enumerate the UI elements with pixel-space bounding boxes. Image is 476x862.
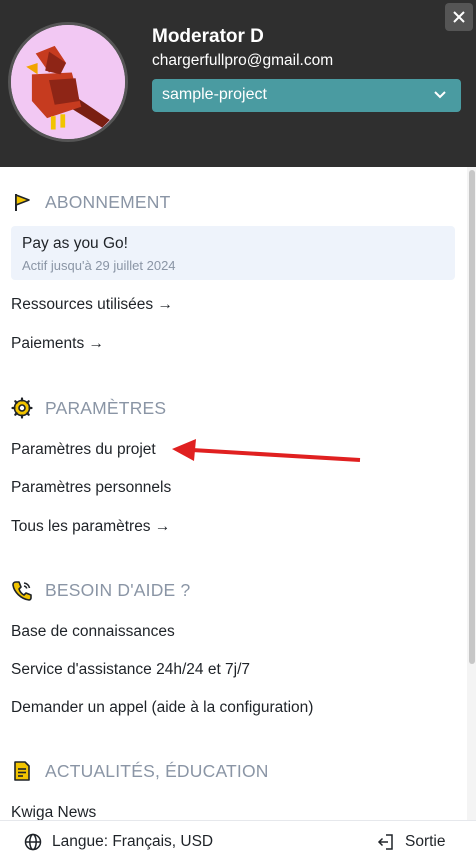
section-help-header: BESOIN D'AIDE ? xyxy=(11,578,190,602)
logout-icon xyxy=(377,834,393,850)
link-kwiga-news[interactable]: Kwiga News xyxy=(11,804,96,820)
language-button[interactable]: Langue: Français, USD xyxy=(24,833,213,851)
link-payments[interactable]: Paiements → xyxy=(11,335,104,353)
link-support-service[interactable]: Service d'assistance 24h/24 et 7j/7 xyxy=(11,661,250,679)
section-subscription-header: ABONNEMENT xyxy=(11,190,170,214)
scrollbar-thumb[interactable] xyxy=(469,170,475,664)
close-icon xyxy=(453,11,465,23)
section-settings-title: PARAMÈTRES xyxy=(45,397,167,418)
logout-button[interactable]: Sortie xyxy=(377,833,446,851)
cardinal-avatar-icon xyxy=(11,25,125,139)
user-name: Moderator D xyxy=(152,26,264,47)
link-knowledge-base[interactable]: Base de connaissances xyxy=(11,623,175,641)
project-select[interactable]: sample-project xyxy=(152,79,461,112)
link-personal-settings[interactable]: Paramètres personnels xyxy=(11,479,171,497)
section-news-header: ACTUALITÉS, ÉDUCATION xyxy=(11,759,269,783)
logout-label: Sortie xyxy=(405,833,446,850)
gear-icon xyxy=(11,397,33,419)
flag-icon xyxy=(15,194,30,211)
phone-icon xyxy=(12,581,32,601)
avatar xyxy=(8,22,128,142)
chevron-down-icon xyxy=(434,91,446,99)
close-button[interactable] xyxy=(445,3,473,31)
plan-card: Pay as you Go! Actif jusqu'à 29 juillet … xyxy=(11,226,455,280)
section-help-title: BESOIN D'AIDE ? xyxy=(45,579,191,600)
globe-icon xyxy=(24,833,42,851)
section-settings-header: PARAMÈTRES xyxy=(11,396,166,420)
user-header: Moderator D chargerfullpro@gmail.com sam… xyxy=(0,0,476,167)
user-email: chargerfullpro@gmail.com xyxy=(152,52,334,69)
plan-validity: Actif jusqu'à 29 juillet 2024 xyxy=(22,258,176,273)
menu-content: ABONNEMENT Pay as you Go! Actif jusqu'à … xyxy=(0,167,466,820)
section-news-title: ACTUALITÉS, ÉDUCATION xyxy=(45,760,269,781)
link-project-settings[interactable]: Paramètres du projet xyxy=(11,441,156,459)
link-all-settings[interactable]: Tous les paramètres → xyxy=(11,518,170,536)
section-subscription-title: ABONNEMENT xyxy=(45,191,171,212)
project-select-value: sample-project xyxy=(162,86,267,103)
plan-name: Pay as you Go! xyxy=(22,235,128,252)
footer: Langue: Français, USD Sortie xyxy=(0,820,476,862)
document-icon xyxy=(14,761,30,781)
link-request-call[interactable]: Demander un appel (aide à la configurati… xyxy=(11,699,313,717)
link-used-resources[interactable]: Ressources utilisées → xyxy=(11,296,173,314)
language-label: Langue: Français, USD xyxy=(52,833,214,850)
